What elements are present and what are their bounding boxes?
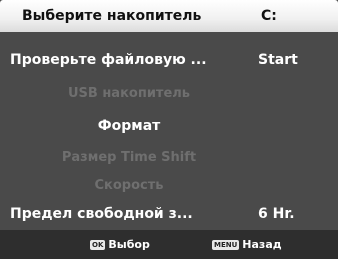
menu-item-usb-storage: USB накопитель [0,80,338,108]
menu-item-label: Скорость [94,178,164,193]
menu-item-value: Start [258,52,298,68]
menu-item-check-filesystem[interactable]: Проверьте файловую ... Start [0,46,338,74]
menu-back-hint: MENU Назад [212,238,282,252]
menu-item-value: C: [261,8,277,24]
ok-key-icon: OK [90,240,106,250]
menu-item-label: Предел свободной з... [10,206,193,222]
footer-hint-bar: OK Выбор MENU Назад [0,230,338,259]
menu-item-label: Проверьте файловую ... [10,52,207,68]
menu-hint-label: Назад [242,238,282,251]
menu-item-timeshift-size: Размер Time Shift [0,144,338,172]
menu-item-label: Выберите накопитель [22,8,202,24]
menu-item-speed: Скорость [0,172,338,200]
storage-settings-menu: Выберите накопитель C: Проверьте файлову… [0,0,338,259]
menu-item-label: Формат [97,118,161,134]
menu-item-format[interactable]: Формат [0,112,338,140]
menu-key-icon: MENU [212,240,240,250]
ok-hint-label: Выбор [108,238,150,251]
menu-item-select-storage[interactable]: Выберите накопитель C: [0,0,338,32]
ok-select-hint: OK Выбор [90,238,150,252]
menu-item-label: Размер Time Shift [61,150,197,165]
menu-item-label: USB накопитель [67,86,191,101]
menu-item-free-space-limit[interactable]: Предел свободной з... 6 Hr. [0,200,338,228]
menu-item-value: 6 Hr. [258,206,295,222]
